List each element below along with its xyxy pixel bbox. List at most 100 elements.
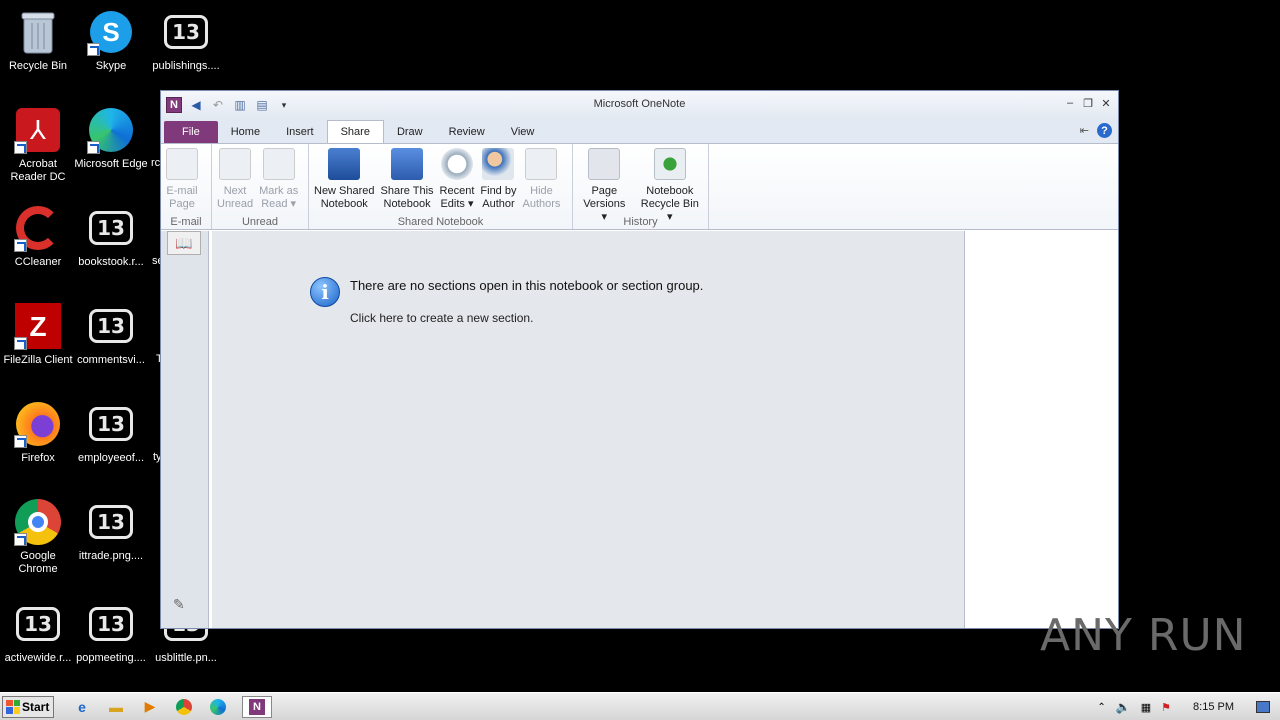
mark-as-read-icon: [262, 148, 295, 180]
firefox-icon: [14, 400, 62, 448]
desktop-icon-label: Google Chrome: [18, 550, 58, 575]
shortcut-arrow-icon: [14, 141, 27, 154]
file-explorer-icon[interactable]: ▬: [106, 697, 126, 717]
start-label: Start: [22, 699, 50, 714]
desktop-icon-label: Skype: [95, 60, 127, 72]
desktop-icon-commentsvi[interactable]: 13 commentsvi...: [73, 302, 149, 367]
edge-icon: [87, 106, 135, 154]
desktop-icon-ccleaner[interactable]: CCleaner: [0, 204, 76, 269]
file-icon: 13: [87, 204, 135, 252]
customize-qat-icon[interactable]: ▾: [276, 97, 292, 113]
action-center-icon[interactable]: ⚑: [1161, 701, 1171, 714]
shortcut-arrow-icon: [14, 435, 27, 448]
back-icon[interactable]: ◀: [188, 97, 204, 113]
file-icon: 13: [87, 400, 135, 448]
desktop-icon-activewide[interactable]: 13 activewide.r...: [0, 600, 76, 665]
group-unread: Next Unread Mark as Read ▾ Unread: [212, 144, 309, 229]
desktop-icon-label: usblittle.pn...: [155, 652, 217, 664]
desktop-icon-acrobat[interactable]: ⅄ Acrobat Reader DC: [0, 106, 76, 184]
desktop-icon-ittrade[interactable]: 13 ittrade.png....: [73, 498, 149, 563]
group-history: Page Versions ▾ Notebook Recycle Bin ▾ H…: [573, 144, 709, 229]
edge-taskbar-icon[interactable]: [208, 697, 228, 717]
create-section-link[interactable]: Click here to create a new section.: [350, 311, 533, 325]
show-desktop-icon[interactable]: [1256, 701, 1270, 713]
show-hidden-icons-icon[interactable]: ⌃: [1097, 702, 1105, 713]
taskbar: Start e ▬ ▶ N ⌃ 🔈 ▦ ⚑ 8:15 PM: [0, 692, 1280, 720]
onenote-app-icon[interactable]: N: [166, 97, 182, 113]
group-label: Unread: [241, 216, 279, 228]
desktop-icon-skype[interactable]: S Skype: [73, 8, 149, 73]
tab-insert[interactable]: Insert: [273, 121, 327, 143]
notebook-area: 📖 ✎ i There are no sections open in this…: [161, 231, 1118, 628]
tab-view[interactable]: View: [498, 121, 548, 143]
desktop-icon-firefox[interactable]: Firefox: [0, 400, 76, 465]
desktop-icon-label: FileZilla Client: [3, 354, 73, 366]
file-icon: 13: [14, 600, 62, 648]
tab-file[interactable]: File: [164, 121, 218, 143]
restore-icon[interactable]: ❐: [1082, 97, 1094, 110]
new-shared-notebook-icon: [328, 148, 361, 180]
desktop-icon-chrome[interactable]: Google Chrome: [0, 498, 76, 576]
recycle-bin-icon: [14, 8, 62, 56]
desktop-icon-label: ittrade.png....: [78, 550, 144, 562]
acrobat-icon: ⅄: [14, 106, 62, 154]
desktop-icon-label: Microsoft Edge: [74, 158, 148, 170]
full-page-view-icon[interactable]: ▤: [254, 97, 270, 113]
onenote-window: N ◀ ↶ ▥ ▤ ▾ Microsoft OneNote – ❐ ✕ File…: [160, 90, 1119, 629]
filezilla-icon: Z: [14, 302, 62, 350]
network-icon[interactable]: ▦: [1141, 701, 1151, 714]
group-shared-notebook: New Shared Notebook Share This Notebook …: [309, 144, 573, 229]
clock[interactable]: 8:15 PM: [1193, 701, 1234, 713]
desktop-icon-recycle-bin[interactable]: Recycle Bin: [0, 8, 76, 73]
volume-icon[interactable]: 🔈: [1116, 700, 1131, 714]
navigation-bar: 📖 ✎: [161, 231, 209, 628]
desktop-icon-employeeof[interactable]: 13 employeeof...: [73, 400, 149, 465]
unfiled-notes-icon[interactable]: ✎: [173, 596, 195, 614]
group-label: Shared Notebook: [397, 216, 484, 228]
start-button[interactable]: Start: [2, 695, 54, 718]
desktop-icon-label: CCleaner: [14, 256, 62, 268]
group-label: E-mail: [170, 216, 202, 228]
internet-explorer-icon[interactable]: e: [72, 697, 92, 717]
minimize-icon[interactable]: –: [1064, 97, 1076, 109]
ribbon: E-mail Page E-mail Next Unread Mark as R…: [161, 143, 1118, 230]
tab-draw[interactable]: Draw: [384, 121, 436, 143]
email-page-icon: [166, 148, 198, 180]
shortcut-arrow-icon: [14, 337, 27, 350]
notebook-icon[interactable]: 📖: [167, 231, 201, 255]
title-bar: N ◀ ↶ ▥ ▤ ▾ Microsoft OneNote – ❐ ✕: [161, 91, 1118, 119]
desktop-icon-bookstook[interactable]: 13 bookstook.r...: [73, 204, 149, 269]
shortcut-arrow-icon: [87, 43, 100, 56]
page-content: i There are no sections open in this not…: [209, 231, 965, 628]
page-tabs-panel: [965, 231, 1118, 628]
system-tray: ⌃ 🔈 ▦ ⚑ 8:15 PM: [1097, 693, 1280, 720]
next-unread-icon: [219, 148, 252, 180]
dock-to-desktop-icon[interactable]: ▥: [232, 97, 248, 113]
undo-icon[interactable]: ↶: [210, 97, 226, 113]
skype-icon: S: [87, 8, 135, 56]
desktop-icon-filezilla[interactable]: Z FileZilla Client: [0, 302, 76, 367]
tab-share[interactable]: Share: [326, 120, 384, 143]
anyrun-watermark: ANY RUN: [1040, 610, 1247, 661]
recycle-bin-icon: [653, 148, 686, 180]
desktop-icon-label: Recycle Bin: [8, 60, 68, 72]
ccleaner-icon: [14, 204, 62, 252]
help-icon[interactable]: ?: [1097, 123, 1112, 138]
file-icon: 13: [87, 498, 135, 546]
desktop-icon-label: popmeeting....: [76, 652, 146, 664]
tab-home[interactable]: Home: [218, 121, 273, 143]
desktop-icon-label: Acrobat Reader DC: [10, 158, 66, 183]
tab-review[interactable]: Review: [436, 121, 498, 143]
group-label: History: [623, 216, 658, 228]
ribbon-tabs: File Home Insert Share Draw Review View …: [161, 119, 1118, 143]
pin-ribbon-icon[interactable]: ⇤: [1080, 124, 1089, 137]
media-player-icon[interactable]: ▶: [140, 697, 160, 717]
chrome-icon: [14, 498, 62, 546]
desktop-icon-popmeeting[interactable]: 13 popmeeting....: [73, 600, 149, 665]
close-icon[interactable]: ✕: [1100, 97, 1112, 110]
chrome-taskbar-icon[interactable]: [174, 697, 194, 717]
desktop-icon-publishings[interactable]: 13 publishings....: [148, 8, 224, 73]
shortcut-arrow-icon: [14, 533, 27, 546]
desktop-icon-edge[interactable]: Microsoft Edge: [73, 106, 149, 171]
onenote-taskbar-button[interactable]: N: [242, 695, 272, 718]
